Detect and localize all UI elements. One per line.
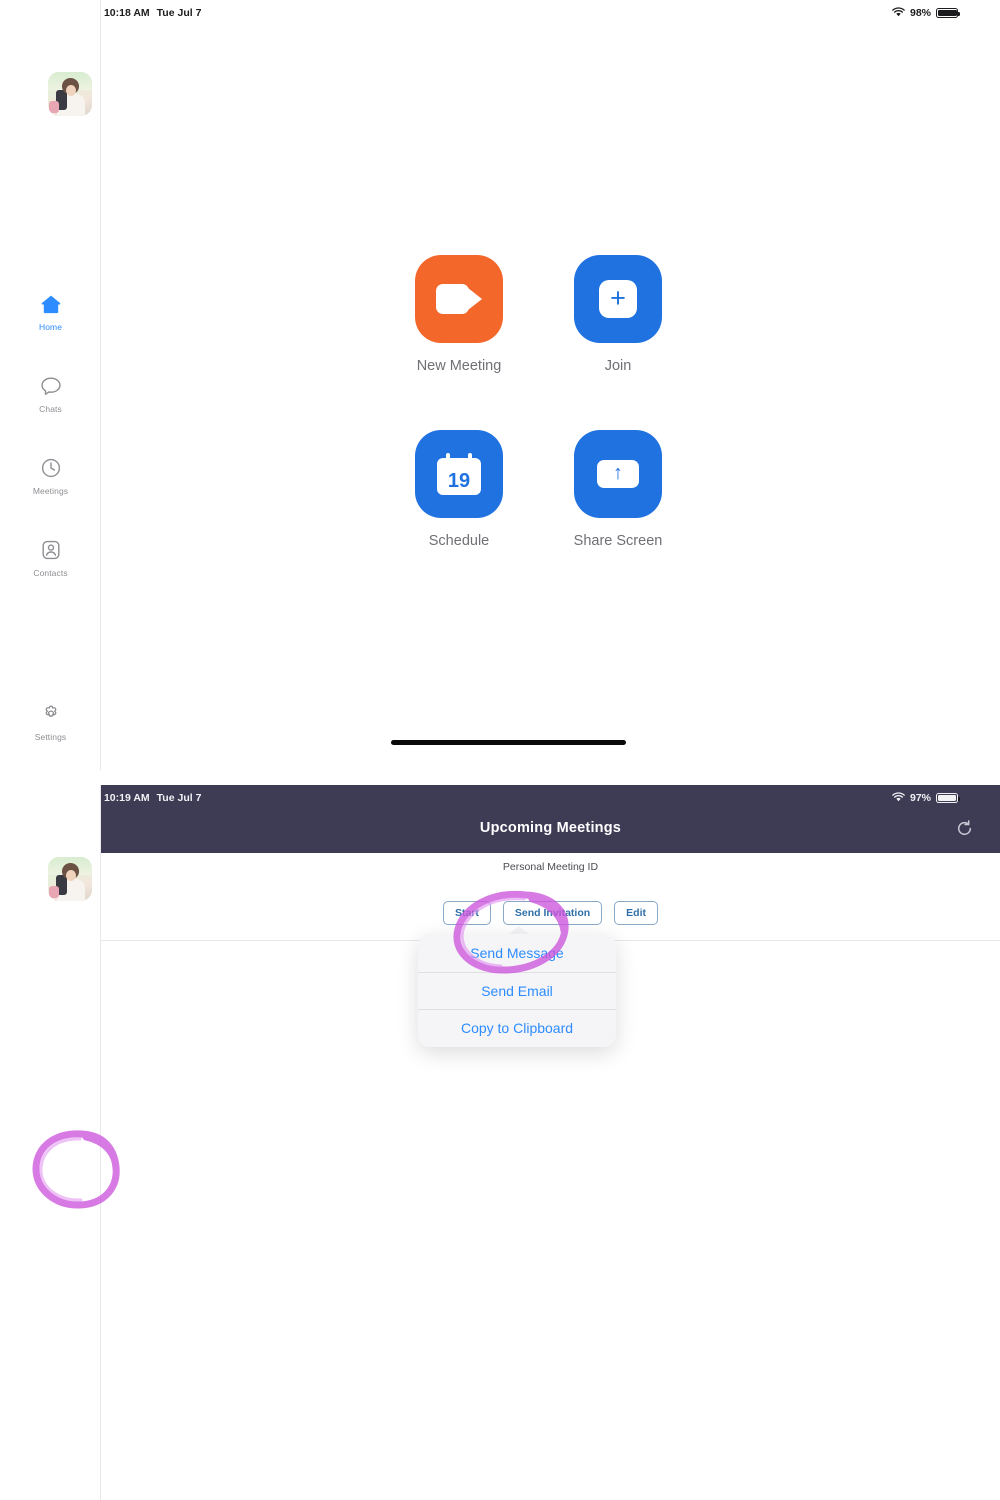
new-meeting-icon-box [415,255,503,343]
tile-share-screen[interactable]: ↑ Share Screen [538,430,698,549]
start-button[interactable]: Start [442,901,491,925]
sidebar-item-label: Chats [39,403,62,414]
personal-meeting-id-label: Personal Meeting ID [502,861,599,873]
send-invitation-popup-menu: Send Message Send Email Copy to Clipboar… [418,934,616,1047]
sidebar-item-contacts[interactable]: Contacts [0,528,101,586]
tile-label: New Meeting [416,358,502,374]
clock-icon [40,455,62,481]
sidebar-item-label: Home [38,321,63,332]
avatar[interactable] [48,857,92,901]
tile-label: Share Screen [573,533,663,549]
menu-item-send-message[interactable]: Send Message [418,934,616,972]
sidebar-item-home[interactable]: Home [0,282,101,340]
tile-new-meeting[interactable]: New Meeting [379,255,539,374]
sidebar-item-label: Settings [34,731,67,742]
edit-button[interactable]: Edit [614,901,659,925]
share-screen-icon-box: ↑ [574,430,662,518]
home-screen: ◀ Search 10:18 AM Tue Jul 7 98% Home [0,0,1000,770]
join-icon-box: + [574,255,662,343]
send-invitation-button[interactable]: Send Invitation [502,901,603,925]
refresh-icon[interactable] [952,816,976,840]
sidebar-home: Home Chats Meetings Contacts Settings [0,0,101,770]
schedule-icon-box: 19 [415,430,503,518]
avatar[interactable] [48,72,92,116]
sidebar-item-label: Contacts [33,567,68,578]
chat-bubble-icon [40,373,62,399]
sidebar-item-meetings[interactable]: Meetings [0,446,101,504]
home-action-grid: New Meeting + Join 19 Schedule ↑ Share S… [101,0,1000,770]
contact-card-icon [40,537,62,563]
meeting-action-buttons: Start Send Invitation Edit [101,901,1000,925]
tile-join[interactable]: + Join [538,255,698,374]
menu-item-copy-to-clipboard[interactable]: Copy to Clipboard [418,1009,616,1047]
sidebar-item-settings[interactable]: Settings [0,692,101,750]
tile-label: Join [604,358,632,374]
meetings-screen: ◀ Search 10:19 AM Tue Jul 7 97% Upcoming… [0,785,1000,1500]
tile-schedule[interactable]: 19 Schedule [379,430,539,549]
sidebar-item-label: Meetings [32,485,69,496]
calendar-icon: 19 [437,453,481,495]
tile-label: Schedule [428,533,490,549]
home-indicator[interactable] [391,740,626,745]
battery-icon [936,793,961,803]
video-camera-icon [436,284,482,314]
meetings-header-bar: Upcoming Meetings [101,803,1000,853]
sidebar-meetings: Home Chats Meetings Contacts [0,785,101,1500]
page-title: Upcoming Meetings [479,820,622,836]
gear-icon [40,701,62,727]
plus-icon: + [599,280,637,318]
calendar-day: 19 [447,470,471,492]
sidebar-nav-home: Home Chats Meetings Contacts [0,282,101,610]
menu-item-send-email[interactable]: Send Email [418,971,616,1010]
home-icon [40,291,62,317]
up-arrow-icon: ↑ [597,460,639,488]
sidebar-item-chats[interactable]: Chats [0,364,101,422]
